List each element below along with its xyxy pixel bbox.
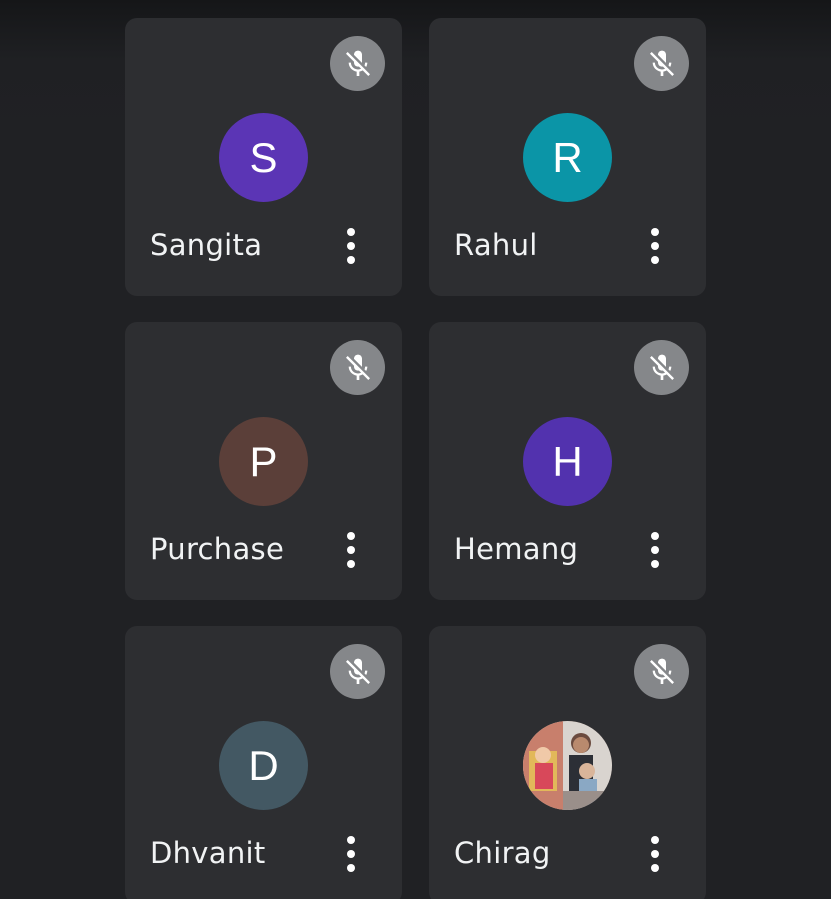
participant-tile[interactable]: S Sangita (125, 18, 402, 296)
avatar-initial: H (552, 437, 583, 485)
participant-tile[interactable]: Chirag (429, 626, 706, 899)
participant-name: Chirag (454, 836, 551, 870)
mic-off-icon (634, 644, 689, 699)
avatar: S (219, 113, 308, 202)
more-vert-icon[interactable] (335, 832, 367, 876)
mic-off-icon (330, 340, 385, 395)
more-vert-icon[interactable] (335, 224, 367, 268)
avatar-initial: S (249, 133, 278, 181)
avatar-initial: D (248, 741, 279, 789)
avatar-photo (523, 721, 612, 810)
mic-off-icon (330, 36, 385, 91)
more-vert-icon[interactable] (639, 832, 671, 876)
mic-off-icon (330, 644, 385, 699)
meeting-participant-grid-view: S Sangita R Rahul P Purchase H Hemang D … (0, 0, 831, 899)
avatar-initial: R (552, 133, 583, 181)
participant-name: Purchase (150, 532, 285, 566)
participant-tile[interactable]: D Dhvanit (125, 626, 402, 899)
participant-name: Rahul (454, 228, 538, 262)
participant-tile[interactable]: H Hemang (429, 322, 706, 600)
participant-name: Dhvanit (150, 836, 266, 870)
more-vert-icon[interactable] (335, 528, 367, 572)
more-vert-icon[interactable] (639, 528, 671, 572)
participant-name: Hemang (454, 532, 579, 566)
more-vert-icon[interactable] (639, 224, 671, 268)
participant-name: Sangita (150, 228, 263, 262)
avatar: R (523, 113, 612, 202)
participant-grid: S Sangita R Rahul P Purchase H Hemang D … (125, 18, 706, 899)
avatar-initial: P (249, 437, 278, 485)
avatar: D (219, 721, 308, 810)
mic-off-icon (634, 340, 689, 395)
avatar: P (219, 417, 308, 506)
avatar: H (523, 417, 612, 506)
mic-off-icon (634, 36, 689, 91)
participant-tile[interactable]: R Rahul (429, 18, 706, 296)
participant-tile[interactable]: P Purchase (125, 322, 402, 600)
